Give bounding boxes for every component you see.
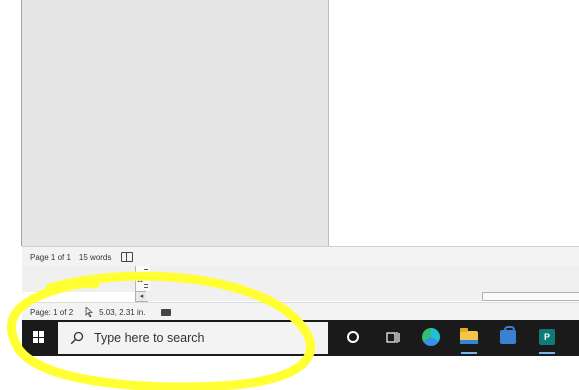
book-icon[interactable] — [121, 252, 134, 262]
word-status-bar: Page 1 of 1 15 words — [22, 246, 579, 268]
cursor-icon — [85, 306, 95, 318]
publisher-button[interactable]: P — [536, 326, 558, 348]
ruler-tick — [144, 269, 148, 270]
file-explorer-icon — [460, 327, 478, 344]
page-count[interactable]: Page 1 of 1 — [30, 253, 71, 262]
file-explorer-button[interactable] — [458, 326, 480, 348]
edge-icon — [422, 328, 440, 346]
windows-icon — [33, 331, 45, 343]
publisher-status-bar: Page: 1 of 2 5.03, 2.31 in. — [22, 302, 579, 321]
cortana-button[interactable] — [342, 326, 364, 348]
task-view-icon — [386, 332, 400, 343]
taskbar-search-box[interactable]: Type here to search — [58, 322, 328, 354]
ruler-area — [22, 266, 579, 292]
edge-button[interactable] — [420, 326, 442, 348]
search-placeholder[interactable]: Type here to search — [94, 331, 204, 345]
cursor-coordinates: 5.03, 2.31 in. — [99, 307, 146, 317]
start-button[interactable] — [28, 326, 50, 348]
ruler-tick — [144, 287, 148, 288]
task-view-button[interactable] — [382, 326, 404, 348]
active-app-indicator — [461, 352, 477, 354]
page-indicator[interactable]: Page: 1 of 2 — [30, 308, 73, 317]
ruler-tick — [144, 272, 148, 273]
document-page[interactable] — [22, 0, 329, 246]
ruler-tick — [144, 275, 148, 276]
scrollbar-thumb[interactable] — [482, 292, 579, 301]
word-count[interactable]: 15 words — [79, 253, 111, 262]
ruler-tick — [144, 284, 148, 285]
store-icon — [500, 326, 516, 344]
macro-icon[interactable] — [161, 308, 172, 316]
publisher-icon: P — [539, 329, 555, 345]
cortana-icon — [347, 331, 359, 343]
ruler-number: 11 — [137, 278, 144, 284]
search-icon — [70, 331, 84, 345]
store-button[interactable] — [497, 326, 519, 348]
active-app-indicator — [539, 352, 555, 354]
